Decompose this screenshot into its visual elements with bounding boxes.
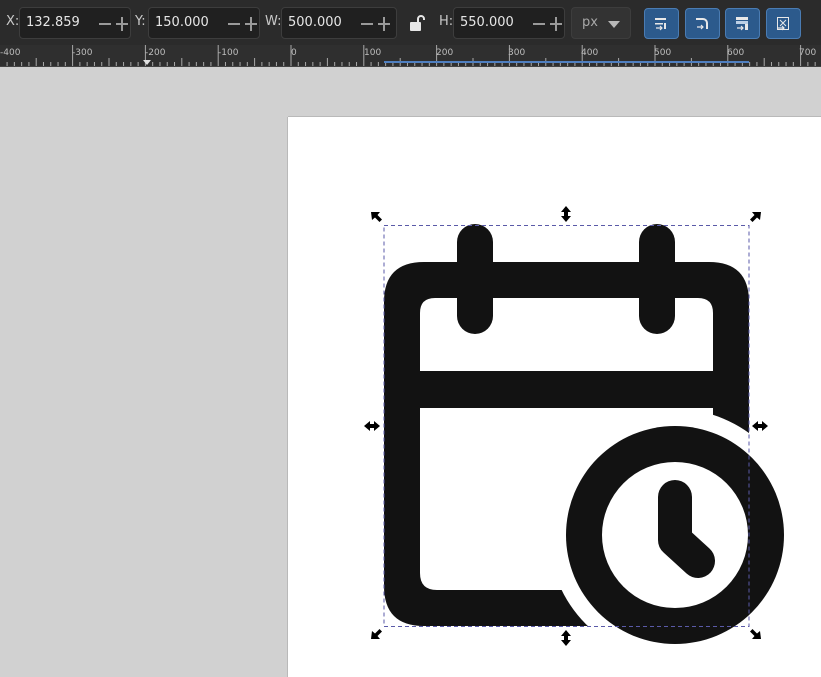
resize-handle-top-left-icon[interactable] — [371, 212, 382, 222]
calendar-clock-icon[interactable] — [384, 224, 784, 644]
resize-handle-top-icon[interactable] — [561, 206, 571, 222]
canvas-artwork[interactable] — [0, 0, 821, 656]
resize-handle-bottom-left-icon[interactable] — [371, 629, 382, 639]
resize-handle-bottom-right-icon[interactable] — [750, 629, 761, 639]
binding-ring-right-icon — [639, 224, 675, 334]
resize-handle-bottom-icon[interactable] — [561, 630, 571, 646]
resize-handle-top-right-icon[interactable] — [750, 212, 761, 222]
resize-handle-right-icon[interactable] — [752, 421, 768, 431]
clock-icon — [566, 426, 784, 644]
binding-ring-left-icon — [457, 224, 493, 334]
resize-handle-left-icon[interactable] — [364, 421, 380, 431]
